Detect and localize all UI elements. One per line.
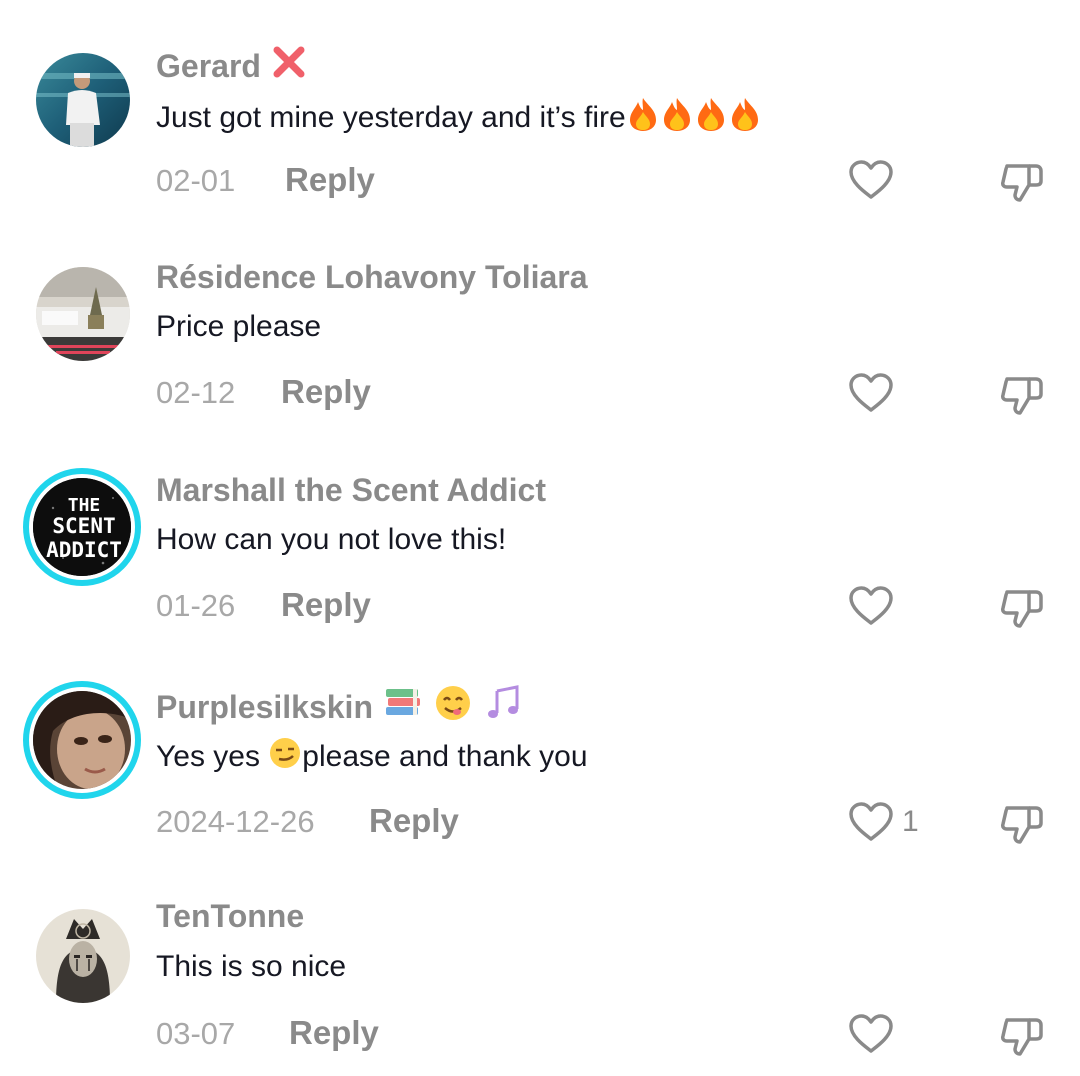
reply-button[interactable]: Reply <box>369 802 459 840</box>
avatar[interactable]: THE SCENT ADDICT <box>23 468 141 586</box>
username-text: Purplesilkskin <box>156 688 373 725</box>
comment-item: Gerard Just got mine yesterday and it’s … <box>0 0 1080 202</box>
comment-text: Just got mine yesterday and it’s fire <box>156 96 762 140</box>
fire-emoji <box>660 96 694 140</box>
reply-button[interactable]: Reply <box>281 586 371 624</box>
dislike-button[interactable] <box>998 158 1046 206</box>
music-notes-emoji <box>483 683 523 731</box>
comment-username[interactable]: Marshall the Scent Addict <box>156 472 546 509</box>
like-button[interactable] <box>848 1013 896 1060</box>
avatar-text: ADDICT <box>46 538 122 562</box>
smirk-face-emoji <box>268 736 302 778</box>
dislike-button[interactable] <box>998 1012 1046 1060</box>
avatar[interactable] <box>36 909 130 1003</box>
heart-outline-icon <box>848 372 894 419</box>
comment-item: Purplesilkskin Yes yes please and thank … <box>0 639 1080 844</box>
thumbs-down-icon <box>998 590 1046 636</box>
heart-outline-icon <box>848 159 894 206</box>
comment-item: Résidence Lohavony Toliara Price please … <box>0 213 1080 415</box>
username-text: Résidence Lohavony Toliara <box>156 259 588 295</box>
comment-username[interactable]: TenTonne <box>156 898 304 935</box>
username-text: TenTonne <box>156 898 305 934</box>
comment-text-before: Yes yes <box>156 740 269 773</box>
thumbs-down-icon <box>998 377 1046 423</box>
comment-text: Price please <box>156 310 321 344</box>
comment-date: 01-26 <box>156 588 236 623</box>
heart-outline-icon <box>848 801 894 848</box>
comment-text: How can you not love this! <box>156 523 506 557</box>
yum-face-emoji <box>433 683 473 731</box>
fire-emoji <box>728 96 762 140</box>
avatar[interactable] <box>36 267 130 361</box>
comment-item: THE SCENT ADDICT Marshall the Scent Addi… <box>0 426 1080 628</box>
comment-date: 02-01 <box>156 163 236 198</box>
username-text: Marshall the Scent Addict <box>156 472 546 508</box>
comment-list: Gerard Just got mine yesterday and it’s … <box>0 0 1080 1076</box>
like-button[interactable] <box>848 585 896 632</box>
avatar-text: SCENT <box>52 514 115 538</box>
dislike-button[interactable] <box>998 800 1046 848</box>
thumbs-down-icon <box>998 164 1046 210</box>
cross-mark-icon <box>271 44 307 88</box>
like-count: 1 <box>902 805 919 838</box>
heart-outline-icon <box>848 585 894 632</box>
comment-date: 03-07 <box>156 1016 236 1051</box>
comment-text-content: Just got mine yesterday and it’s fire <box>156 101 626 134</box>
reply-button[interactable]: Reply <box>281 373 371 411</box>
comment-username[interactable]: Purplesilkskin <box>156 683 523 731</box>
comment-date: 02-12 <box>156 375 236 410</box>
comment-username[interactable]: Gerard <box>156 44 307 88</box>
fire-emoji <box>694 96 728 140</box>
comment-text-after: please and thank you <box>302 740 588 773</box>
comment-item: TenTonne This is so nice 03-07 Reply <box>0 856 1080 1056</box>
avatar[interactable] <box>36 53 130 147</box>
reply-button[interactable]: Reply <box>285 161 375 199</box>
comment-text: Yes yes please and thank you <box>156 736 588 778</box>
books-emoji <box>383 685 423 729</box>
heart-outline-icon <box>848 1013 894 1060</box>
username-text: Gerard <box>156 47 261 84</box>
dislike-button[interactable] <box>998 584 1046 632</box>
dislike-button[interactable] <box>998 371 1046 419</box>
comment-date: 2024-12-26 <box>156 804 315 839</box>
comment-username[interactable]: Résidence Lohavony Toliara <box>156 259 588 296</box>
like-button[interactable] <box>848 159 896 206</box>
comment-text-content: This is so nice <box>156 950 347 983</box>
thumbs-down-icon <box>998 1018 1046 1064</box>
thumbs-down-icon <box>998 806 1046 852</box>
fire-emoji <box>626 96 660 140</box>
comment-text-content: Price please <box>156 310 322 343</box>
reply-button[interactable]: Reply <box>289 1014 379 1052</box>
like-button[interactable] <box>848 372 896 419</box>
comment-text: This is so nice <box>156 950 346 984</box>
avatar[interactable] <box>23 681 141 799</box>
comment-text-content: How can you not love this! <box>156 523 507 556</box>
like-button[interactable] <box>848 801 896 848</box>
avatar-text: THE <box>68 495 101 516</box>
